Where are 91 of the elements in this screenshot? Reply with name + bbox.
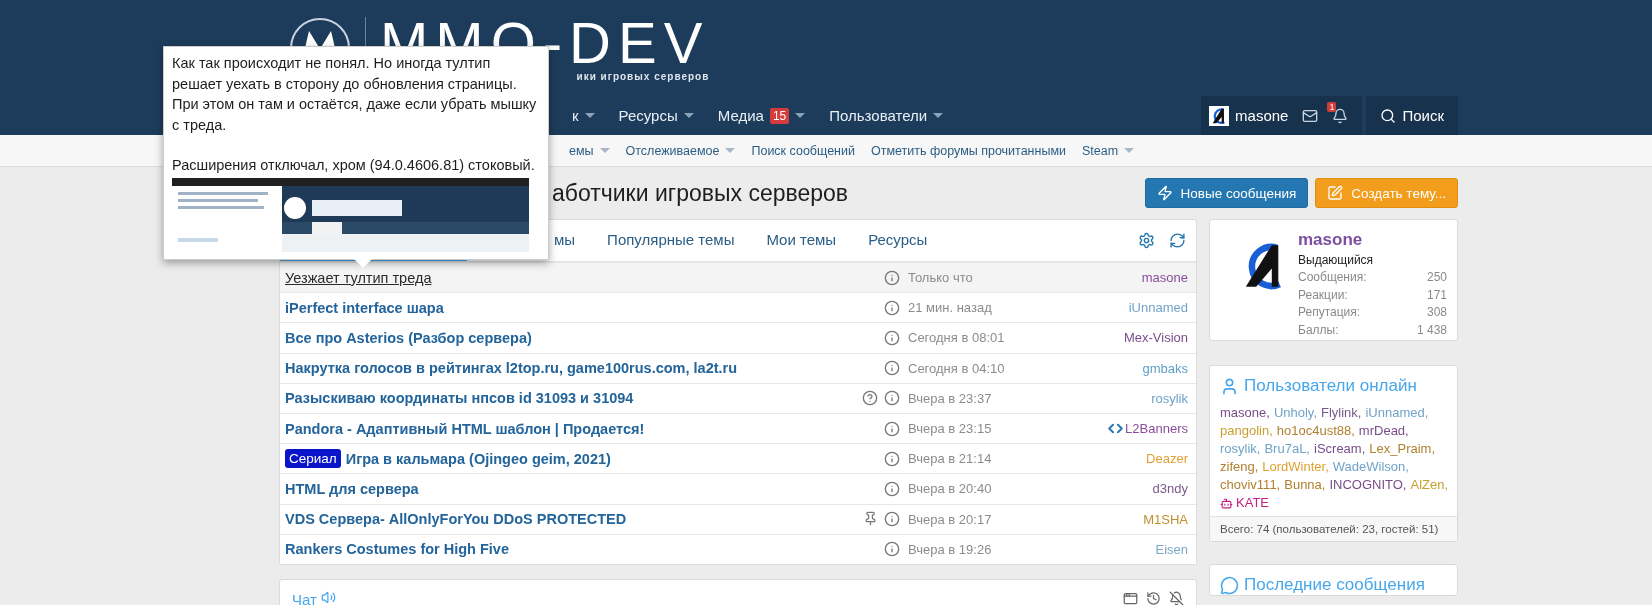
stat-value: 1 438	[1416, 321, 1447, 339]
nav-item[interactable]: Медиа 15	[717, 107, 806, 124]
profile-name[interactable]: masone	[1298, 230, 1447, 250]
stat-value: 308	[1426, 304, 1447, 321]
search-button[interactable]: Поиск	[1366, 96, 1458, 135]
online-user[interactable]: zifeng,	[1220, 458, 1259, 476]
online-user[interactable]: iScream,	[1314, 440, 1366, 458]
thread-time: Вчера в 23:15	[908, 421, 993, 437]
online-user[interactable]: ho1oc4ust88,	[1276, 422, 1355, 440]
speaker-icon[interactable]	[321, 589, 337, 605]
edit-icon	[1327, 185, 1344, 201]
info-icon[interactable]	[884, 390, 900, 407]
prefix-label: Сериал	[285, 449, 341, 469]
subnav-link[interactable]: Отметить форумы прочитанными	[871, 143, 1066, 158]
info-icon[interactable]	[884, 360, 900, 377]
settings-icon[interactable]	[1138, 232, 1155, 249]
thread-title[interactable]: Все про Asterios (Разбор сервера)	[285, 329, 840, 346]
subnav-link[interactable]: Steam	[1082, 143, 1135, 158]
count-badge: 15	[769, 107, 790, 124]
thread-time: Сегодня в 08:01	[908, 330, 1006, 346]
thread-row[interactable]: Уезжает тултип треда Только что masone	[280, 262, 1196, 293]
info-icon[interactable]	[884, 511, 900, 528]
account-link[interactable]: masone	[1209, 105, 1289, 126]
thread-title[interactable]: Разыскиваю координаты нпсов id 31093 и 31094	[285, 390, 840, 407]
speech-bubble-icon	[1220, 575, 1239, 595]
thread-time: Вчера в 23:37	[908, 390, 993, 406]
profile-rank: Выдающийся	[1298, 253, 1375, 267]
history-icon[interactable]	[1146, 591, 1161, 605]
thread-title[interactable]: Rankers Costumes for High Five	[285, 541, 840, 558]
stat-value: 250	[1426, 269, 1447, 286]
online-user[interactable]: Bunna,	[1284, 476, 1326, 494]
info-icon[interactable]	[884, 269, 900, 286]
info-icon[interactable]	[884, 299, 900, 316]
tab[interactable]: Мои темы	[750, 220, 853, 261]
online-user[interactable]: mrDead,	[1358, 422, 1409, 440]
refresh-icon[interactable]	[1169, 232, 1186, 249]
thread-time: Сегодня в 04:10	[908, 360, 1006, 376]
subnav-link[interactable]: Отслеживаемое	[625, 143, 736, 158]
online-user[interactable]: Flylink,	[1321, 404, 1362, 422]
thread-author[interactable]: Mex-Vision	[1058, 330, 1188, 346]
tooltip-text: Расширения отключал, хром (94.0.4606.81) стоковый.	[172, 156, 536, 175]
thread-title[interactable]: VDS Сервера- AllOnlyForYou DDoS PROTECTED	[285, 511, 840, 528]
thread-time: Вчера в 21:14	[908, 451, 993, 467]
thread-author[interactable]: L2Banners	[1058, 421, 1188, 437]
mail-icon[interactable]	[1302, 107, 1319, 124]
info-icon[interactable]	[884, 450, 900, 467]
search-icon	[1380, 107, 1397, 124]
page-title: аботчики игровых серверов	[552, 179, 849, 207]
lightning-icon	[1156, 185, 1173, 201]
thread-title[interactable]: Уезжает тултип треда	[285, 269, 840, 286]
info-icon[interactable]	[884, 420, 900, 437]
tab[interactable]: Ресурсы	[852, 220, 944, 261]
nav-item[interactable]: к	[572, 107, 595, 124]
subnav-link[interactable]: емы	[569, 143, 610, 158]
info-icon[interactable]	[884, 329, 900, 346]
subnav-link[interactable]: Поиск сообщений	[751, 143, 855, 158]
new-posts-button[interactable]: Новые сообщения	[1144, 178, 1309, 208]
window-icon[interactable]	[1123, 591, 1138, 605]
nav-item[interactable]: Ресурсы	[618, 107, 694, 124]
notification-badge: 1	[1327, 101, 1337, 112]
online-user[interactable]: Lex_Praim,	[1369, 440, 1436, 458]
stat-label: Реакции:	[1298, 286, 1348, 304]
online-total: Всего: 74 (пользователей: 23, гостей: 51)	[1210, 516, 1457, 541]
stat-label: Баллы:	[1298, 321, 1339, 339]
thread-row[interactable]: Rankers Costumes for High Five Вчера в 19:26 Eisen	[280, 533, 1196, 564]
thread-time: 21 мин. назад	[908, 300, 993, 316]
thread-title[interactable]: Pandora - Адаптивный HTML шаблон | Продается!	[285, 420, 840, 437]
user-icon	[1220, 376, 1239, 396]
stat-label: Репутация:	[1298, 304, 1361, 321]
online-user[interactable]: masone,	[1220, 404, 1270, 422]
online-user[interactable]: choviv111,	[1220, 476, 1281, 494]
thread-title[interactable]: Сериал Игра в кальмара (Ojingeo geim, 2021)	[285, 449, 840, 469]
thread-time: Вчера в 20:40	[908, 481, 993, 497]
thread-time: Только что	[908, 270, 974, 286]
thread-title[interactable]: Накрутка голосов в рейтингах l2top.ru, game100rus.com, la2t.ru	[285, 360, 840, 377]
thread-title[interactable]: iPerfect interface шара	[285, 299, 840, 316]
thread-time: Вчера в 20:17	[908, 511, 993, 527]
thread-author[interactable]: masone	[1058, 270, 1188, 286]
online-user[interactable]: INCOGNITO,	[1329, 476, 1407, 494]
mute-icon[interactable]	[1169, 591, 1184, 605]
thread-author[interactable]: d3ndy	[1058, 481, 1188, 497]
nav-item[interactable]: Пользователи	[829, 107, 944, 124]
thread-time: Вчера в 19:26	[908, 541, 993, 557]
online-user[interactable]: KATE	[1220, 494, 1269, 512]
info-icon[interactable]	[884, 541, 900, 558]
tab[interactable]: Популярные темы	[591, 220, 751, 261]
stat-label: Сообщения:	[1298, 269, 1367, 286]
stat-value: 171	[1426, 286, 1447, 304]
info-icon[interactable]	[884, 480, 900, 497]
bell-icon[interactable]	[1332, 107, 1349, 124]
thread-title[interactable]: HTML для сервера	[285, 480, 840, 497]
